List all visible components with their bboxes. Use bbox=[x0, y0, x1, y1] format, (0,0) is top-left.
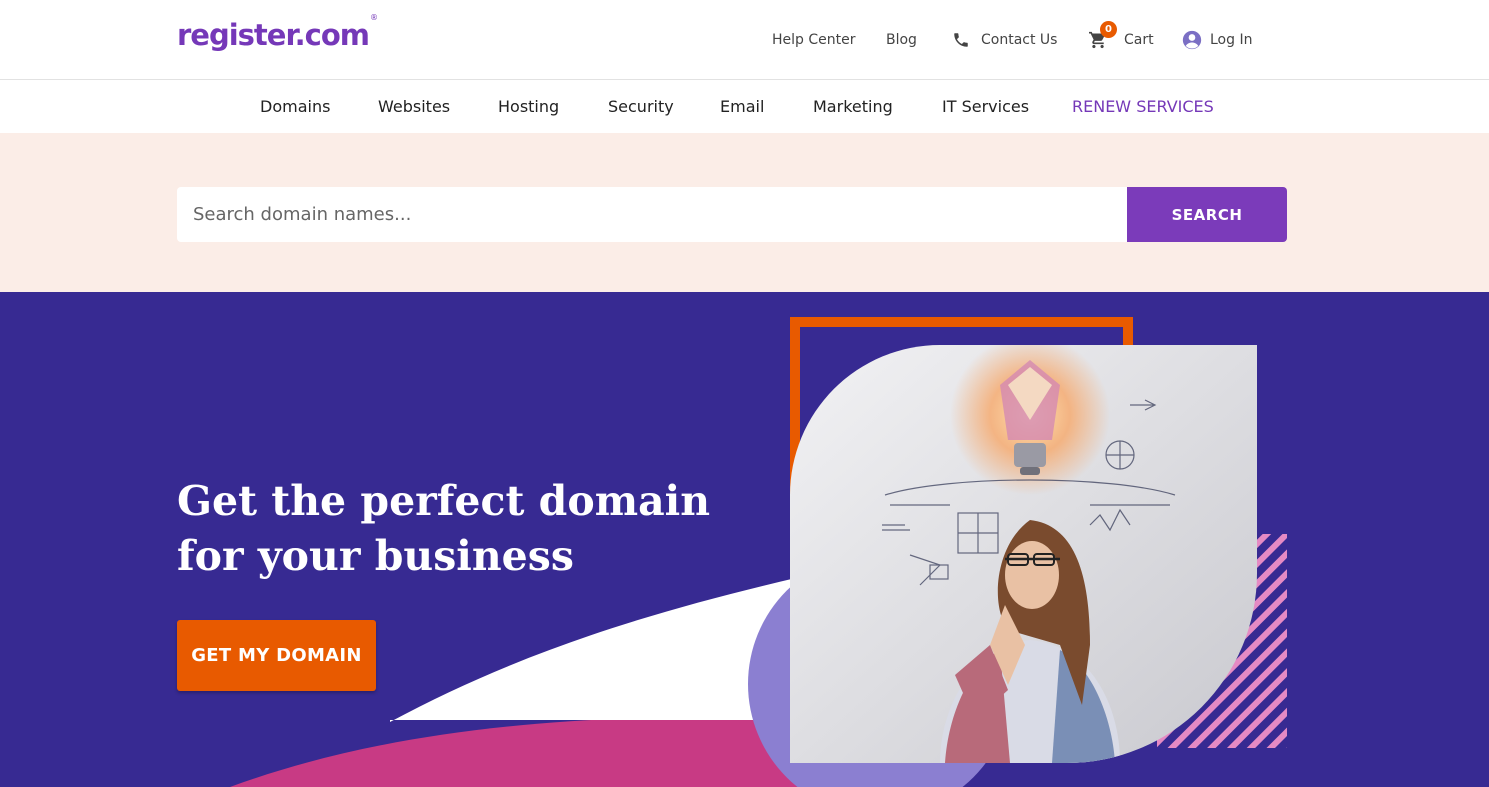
help-center-link[interactable]: Help Center bbox=[772, 26, 856, 54]
domain-search-section: SEARCH bbox=[0, 133, 1489, 292]
cart-label: Cart bbox=[1124, 32, 1154, 48]
blog-link[interactable]: Blog bbox=[886, 26, 917, 54]
hero-section: Get the perfect domain for your business… bbox=[0, 292, 1489, 787]
nav-item-marketing[interactable]: Marketing bbox=[813, 97, 893, 116]
cart-count-badge: 0 bbox=[1100, 21, 1117, 38]
contact-us-label: Contact Us bbox=[981, 32, 1058, 48]
nav-item-domains[interactable]: Domains bbox=[260, 97, 330, 116]
pink-wave-shape bbox=[230, 716, 800, 787]
nav-item-websites[interactable]: Websites bbox=[378, 97, 450, 116]
nav-item-email[interactable]: Email bbox=[720, 97, 764, 116]
top-header: register.com® Help Center Blog Contact U… bbox=[0, 0, 1489, 80]
main-nav: Domains Websites Hosting Security Email … bbox=[0, 80, 1489, 133]
get-my-domain-button[interactable]: GET MY DOMAIN bbox=[177, 620, 376, 691]
user-circle-icon bbox=[1182, 30, 1202, 50]
domain-search-input[interactable] bbox=[177, 187, 1127, 242]
phone-icon bbox=[954, 33, 968, 47]
nav-item-hosting[interactable]: Hosting bbox=[498, 97, 559, 116]
hero-headline: Get the perfect domain for your business bbox=[177, 474, 737, 584]
hero-photo bbox=[790, 345, 1257, 763]
nav-item-it-services[interactable]: IT Services bbox=[942, 97, 1029, 116]
login-label: Log In bbox=[1210, 32, 1253, 48]
logo-text: register.com bbox=[177, 18, 370, 52]
search-button[interactable]: SEARCH bbox=[1127, 187, 1287, 242]
thinking-woman-lightbulb-illustration bbox=[790, 345, 1257, 763]
login-link[interactable]: Log In bbox=[1182, 26, 1252, 54]
cart-icon-wrap: 0 bbox=[1088, 21, 1117, 49]
hero-headline-line2: for your business bbox=[177, 532, 574, 580]
nav-item-renew-services[interactable]: RENEW SERVICES bbox=[1072, 97, 1214, 116]
register-logo[interactable]: register.com® bbox=[177, 13, 378, 52]
hero-headline-line1: Get the perfect domain bbox=[177, 477, 711, 525]
cart-link[interactable]: 0 Cart bbox=[1088, 21, 1154, 54]
contact-us-link[interactable]: Contact Us bbox=[952, 26, 1057, 54]
white-wave-shape bbox=[390, 577, 800, 722]
logo-registered-mark: ® bbox=[369, 13, 378, 23]
nav-item-security[interactable]: Security bbox=[608, 97, 674, 116]
